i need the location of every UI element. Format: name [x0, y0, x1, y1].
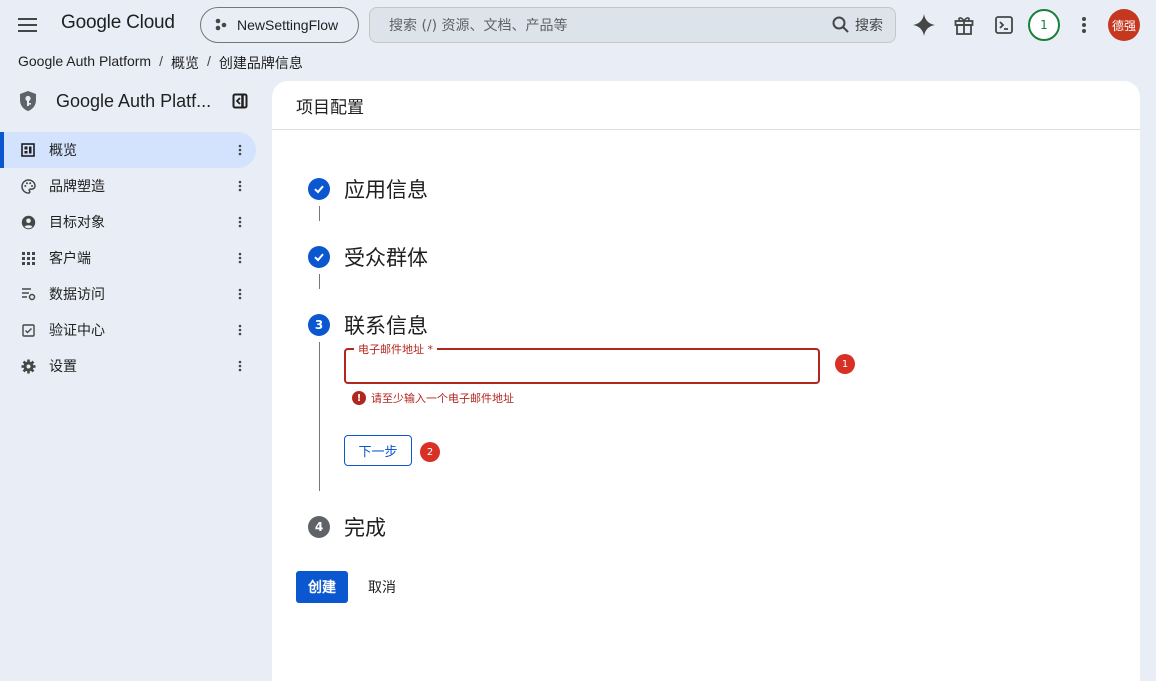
project-name: NewSettingFlow — [237, 17, 339, 33]
data-settings-icon — [20, 286, 36, 302]
sidebar-item-label: 品牌塑造 — [49, 179, 105, 195]
breadcrumb-item-overview[interactable]: 概览 — [171, 53, 199, 73]
sidebar-item-label: 概览 — [49, 143, 77, 159]
sidebar-item-label: 客户端 — [49, 251, 91, 267]
sidebar-item-settings[interactable]: 设置 — [0, 348, 256, 384]
annotation-marker-2: 2 — [420, 442, 440, 462]
collapse-sidebar-icon[interactable] — [232, 93, 248, 113]
sidebar-item-audience[interactable]: 目标对象 — [0, 204, 256, 240]
apps-grid-icon — [20, 250, 36, 266]
annotation-marker-1: 1 — [835, 354, 855, 374]
more-vert-icon[interactable] — [232, 286, 248, 302]
next-button[interactable]: 下一步 — [344, 435, 412, 466]
more-vert-icon[interactable] — [232, 178, 248, 194]
gemini-sparkle-icon[interactable] — [910, 11, 938, 39]
step-finish[interactable]: 4 完成 — [308, 512, 386, 542]
check-circle-icon — [308, 246, 330, 268]
sidebar-item-overview[interactable]: 概览 — [0, 132, 256, 168]
step-connector — [319, 274, 320, 289]
top-bar: Google Cloud NewSettingFlow 搜索 (/) 资源、文档… — [0, 0, 1156, 50]
project-picker-button[interactable]: NewSettingFlow — [200, 7, 359, 43]
verified-checkbox-icon — [20, 322, 36, 338]
more-vert-icon[interactable] — [1070, 11, 1098, 39]
step-label: 应用信息 — [344, 178, 428, 202]
sidebar-item-data-access[interactable]: 数据访问 — [0, 276, 256, 312]
breadcrumb-item-platform[interactable]: Google Auth Platform — [18, 53, 151, 73]
main-panel: 项目配置 应用信息 受众群体 3 联系信息 电子邮件地址 * 1 ! 请至少输入… — [272, 81, 1140, 681]
more-vert-icon[interactable] — [232, 214, 248, 230]
shield-key-icon — [20, 91, 36, 111]
palette-icon — [20, 178, 36, 194]
dashboard-icon — [20, 142, 36, 158]
sidebar: Google Auth Platf... 概览 品牌塑造 目标对象 客户端 数据… — [0, 82, 272, 384]
step-contact-info[interactable]: 3 联系信息 — [308, 310, 428, 340]
check-circle-icon — [308, 178, 330, 200]
sidebar-item-label: 设置 — [49, 359, 77, 375]
more-vert-icon[interactable] — [232, 142, 248, 158]
sidebar-item-label: 数据访问 — [49, 287, 105, 303]
google-cloud-logo[interactable]: Google Cloud — [61, 12, 175, 34]
sidebar-item-verification[interactable]: 验证中心 — [0, 312, 256, 348]
step-number: 3 — [308, 314, 330, 336]
step-connector — [319, 206, 320, 221]
search-button-label: 搜索 — [855, 18, 883, 34]
step-label: 联系信息 — [344, 314, 428, 338]
error-text: 请至少输入一个电子邮件地址 — [371, 392, 514, 405]
project-dots-icon — [215, 18, 227, 31]
email-error: ! 请至少输入一个电子邮件地址 — [352, 390, 514, 406]
menu-icon[interactable] — [14, 12, 42, 38]
breadcrumb-item-current: 创建品牌信息 — [218, 55, 303, 71]
sidebar-title: Google Auth Platf... — [56, 90, 212, 111]
email-field[interactable]: 电子邮件地址 * — [344, 341, 820, 384]
sidebar-item-label: 目标对象 — [49, 215, 105, 231]
more-vert-icon[interactable] — [232, 322, 248, 338]
gift-icon[interactable] — [950, 11, 978, 39]
step-number: 4 — [308, 516, 330, 538]
sidebar-item-label: 验证中心 — [49, 323, 105, 339]
breadcrumb: Google Auth Platform / 概览 / 创建品牌信息 — [18, 53, 303, 73]
gear-icon — [20, 358, 36, 374]
cloud-shell-terminal-icon[interactable] — [990, 11, 1018, 39]
breadcrumb-separator: / — [206, 53, 211, 69]
step-label: 受众群体 — [344, 246, 428, 270]
sidebar-nav: 概览 品牌塑造 目标对象 客户端 数据访问 验证中心 设置 — [0, 132, 272, 384]
search-input[interactable]: 搜索 (/) 资源、文档、产品等 — [389, 15, 831, 35]
sidebar-item-clients[interactable]: 客户端 — [0, 240, 256, 276]
step-app-info[interactable]: 应用信息 — [308, 174, 428, 204]
account-circle-icon — [20, 214, 36, 230]
more-vert-icon[interactable] — [232, 250, 248, 266]
email-field-label: 电子邮件地址 * — [354, 341, 437, 357]
page-title: 项目配置 — [272, 81, 1140, 130]
search-bar[interactable]: 搜索 (/) 资源、文档、产品等 搜索 — [369, 7, 896, 43]
breadcrumb-separator: / — [159, 53, 163, 69]
create-button[interactable]: 创建 — [296, 571, 348, 603]
step-label: 完成 — [344, 516, 386, 540]
step-audience[interactable]: 受众群体 — [308, 242, 428, 272]
cancel-button[interactable]: 取消 — [358, 571, 406, 603]
avatar[interactable]: 德强 — [1108, 9, 1140, 41]
notification-badge[interactable]: 1 — [1028, 9, 1060, 41]
search-button[interactable]: 搜索 — [831, 15, 895, 35]
error-icon: ! — [352, 391, 366, 405]
more-vert-icon[interactable] — [232, 358, 248, 374]
sidebar-header: Google Auth Platf... — [0, 82, 272, 120]
search-icon — [832, 16, 849, 33]
sidebar-item-branding[interactable]: 品牌塑造 — [0, 168, 256, 204]
step-connector — [319, 342, 320, 491]
